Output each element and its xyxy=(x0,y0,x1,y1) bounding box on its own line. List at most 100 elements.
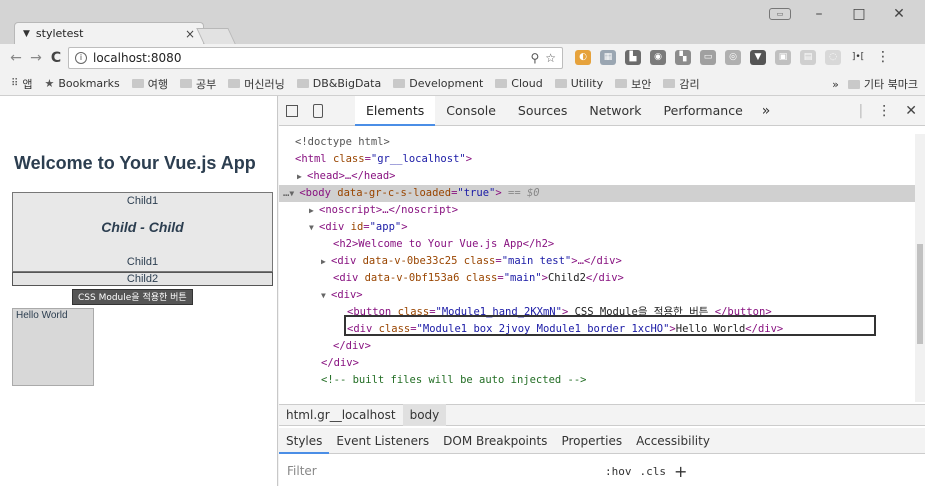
dom-node-html[interactable]: <html class="gr__localhost"> xyxy=(279,151,915,168)
doctype-text: <!doctype html> xyxy=(295,136,390,148)
dom-node-app-close[interactable]: </div> xyxy=(279,355,915,372)
dom-node-div-close[interactable]: </div> xyxy=(279,338,915,355)
other-bookmarks[interactable]: 기타 북마크 xyxy=(845,76,921,92)
dom-node-div[interactable]: ▼ <div> xyxy=(279,287,915,304)
class-toggle[interactable]: .cls xyxy=(640,465,667,478)
tab-network[interactable]: Network xyxy=(578,96,652,126)
bookmark-folder[interactable]: Cloud xyxy=(492,77,545,90)
breadcrumb-html[interactable]: html.gr__localhost xyxy=(279,404,403,426)
devtools-menu-icon[interactable]: ⋮ xyxy=(877,103,891,119)
extension-icon[interactable]: ]•[ xyxy=(850,50,866,65)
folder-icon xyxy=(131,79,144,88)
tab-properties[interactable]: Properties xyxy=(554,428,629,454)
bookmark-star-icon[interactable]: ☆ xyxy=(545,51,556,65)
dom-node-app[interactable]: ▼ <div id="app"> xyxy=(279,219,915,236)
extension-icon[interactable]: ◐ xyxy=(575,50,591,65)
new-tab-button[interactable] xyxy=(196,28,236,44)
url-text[interactable]: localhost:8080 xyxy=(93,51,524,65)
maximize-button[interactable]: □ xyxy=(839,6,879,22)
dom-node-comment[interactable]: <!-- built files will be auto injected -… xyxy=(279,372,915,389)
bookmark-folder[interactable]: 공부 xyxy=(177,76,219,92)
bookmark-folder[interactable]: 여행 xyxy=(129,76,171,92)
devtools-right-controls: | ⋮ ✕ xyxy=(859,96,917,126)
css-module-button[interactable]: CSS Module을 적용한 버튼 xyxy=(72,289,193,305)
tab-dom-breakpoints[interactable]: DOM Breakpoints xyxy=(436,428,554,454)
apps-shortcut[interactable]: ⠿ 앱 xyxy=(8,76,35,92)
expanded-arrow-icon[interactable]: ▼ xyxy=(321,287,331,304)
chrome-menu-icon[interactable]: ⋮ xyxy=(875,50,891,65)
hover-state-toggle[interactable]: :hov xyxy=(605,465,632,478)
dom-scrollbar[interactable] xyxy=(915,134,925,402)
tab-console[interactable]: Console xyxy=(435,96,507,126)
tab-elements[interactable]: Elements xyxy=(355,95,436,126)
dom-node-doctype[interactable]: <!doctype html> xyxy=(279,134,915,151)
extension-icon[interactable]: ◉ xyxy=(650,50,666,65)
extension-icon[interactable]: ▦ xyxy=(600,50,616,65)
bookmark-folder[interactable]: DB&BigData xyxy=(294,77,384,90)
extension-icon[interactable]: ▙ xyxy=(625,50,641,65)
new-style-rule-button[interactable]: + xyxy=(674,462,687,481)
styles-filter-row: Filter :hov .cls + xyxy=(279,456,925,486)
bookmark-label: 여행 xyxy=(147,77,169,91)
collapsed-arrow-icon[interactable]: ▶ xyxy=(297,168,307,185)
toolbar: ← → C i localhost:8080 ⚲ ☆ ◐ ▦ ▙ ◉ ▚ ▭ ◎… xyxy=(0,44,925,72)
tab-styles[interactable]: Styles xyxy=(279,428,330,454)
reload-button[interactable]: C xyxy=(46,50,66,66)
expanded-arrow-icon[interactable]: ▼ xyxy=(289,185,299,202)
expanded-arrow-icon[interactable]: ▼ xyxy=(309,219,319,236)
breadcrumb-body[interactable]: body xyxy=(402,404,447,426)
extension-icon[interactable]: ▣ xyxy=(775,50,791,65)
attr-name: class xyxy=(332,153,365,165)
zoom-icon[interactable]: ⚲ xyxy=(530,51,539,65)
dom-node-main-test[interactable]: ▶ <div data-v-0be33c25 class="main test">… xyxy=(279,253,915,270)
noscript-text: <noscript>…</noscript> xyxy=(319,204,459,216)
back-button[interactable]: ← xyxy=(6,50,26,66)
extension-icon[interactable]: ▤ xyxy=(800,50,816,65)
bookmark-label: 공부 xyxy=(196,77,217,91)
selected-marker: == $0 xyxy=(508,187,540,199)
bookmarks-overflow-button[interactable]: » xyxy=(832,78,839,91)
profile-icon[interactable]: ▭ xyxy=(769,8,791,20)
vue-devtools-icon[interactable]: ▼ xyxy=(750,50,766,65)
dom-node-h2[interactable]: <h2>Welcome to Your Vue.js App</h2> xyxy=(279,236,915,253)
tab-accessibility[interactable]: Accessibility xyxy=(629,428,717,454)
tab-performance[interactable]: Performance xyxy=(653,96,754,126)
dom-node-head[interactable]: ▶ <head>…</head> xyxy=(279,168,915,185)
info-icon[interactable]: i xyxy=(75,52,87,64)
devtools-close-icon[interactable]: ✕ xyxy=(905,103,917,119)
extension-icon[interactable]: ◌ xyxy=(825,50,841,65)
bookmark-folder[interactable]: Utility xyxy=(552,77,606,90)
minimize-button[interactable]: – xyxy=(799,6,839,22)
bookmark-folder[interactable]: Development xyxy=(390,77,486,90)
dom-node-body-selected[interactable]: …▼ <body data-gr-c-s-loaded="true"> == $0 xyxy=(279,185,915,202)
apps-grid-icon: ⠿ xyxy=(11,78,19,89)
scrollbar-thumb[interactable] xyxy=(917,244,923,344)
extension-icon[interactable]: ◎ xyxy=(725,50,741,65)
dom-node-main[interactable]: <div data-v-0bf153a6 class="main">Child2… xyxy=(279,270,915,287)
collapsed-arrow-icon[interactable]: ▶ xyxy=(309,202,319,219)
dom-node-noscript[interactable]: ▶ <noscript>…</noscript> xyxy=(279,202,915,219)
bookmark-folder[interactable]: 감리 xyxy=(660,76,702,92)
browser-tab[interactable]: ▼ styletest × xyxy=(14,22,204,44)
bookmark-folder[interactable]: 머신러닝 xyxy=(225,76,287,92)
close-window-button[interactable]: ✕ xyxy=(879,6,919,22)
hello-world-box: Hello World xyxy=(12,308,94,386)
more-tabs-button[interactable]: » xyxy=(754,103,779,119)
tab-event-listeners[interactable]: Event Listeners xyxy=(329,428,436,454)
inspect-element-icon[interactable] xyxy=(279,96,305,126)
bookmark-item-bookmarks[interactable]: ★ Bookmarks xyxy=(41,77,122,90)
address-bar[interactable]: i localhost:8080 ⚲ ☆ xyxy=(68,47,563,69)
folder-icon xyxy=(847,79,860,89)
annotation-highlight-box xyxy=(344,315,876,336)
tab-sources[interactable]: Sources xyxy=(507,96,578,126)
forward-button[interactable]: → xyxy=(26,50,46,66)
styles-filter-input[interactable]: Filter xyxy=(287,464,597,478)
device-toolbar-icon[interactable] xyxy=(305,96,331,126)
extension-icon[interactable]: ▚ xyxy=(675,50,691,65)
collapsed-arrow-icon[interactable]: ▶ xyxy=(321,253,331,270)
attr-value: "main" xyxy=(503,272,542,284)
bookmark-folder[interactable]: 보안 xyxy=(612,76,654,92)
extension-icon[interactable]: ▭ xyxy=(700,50,716,65)
tab-title: styletest xyxy=(35,27,84,40)
tab-close-icon[interactable]: × xyxy=(185,27,195,41)
